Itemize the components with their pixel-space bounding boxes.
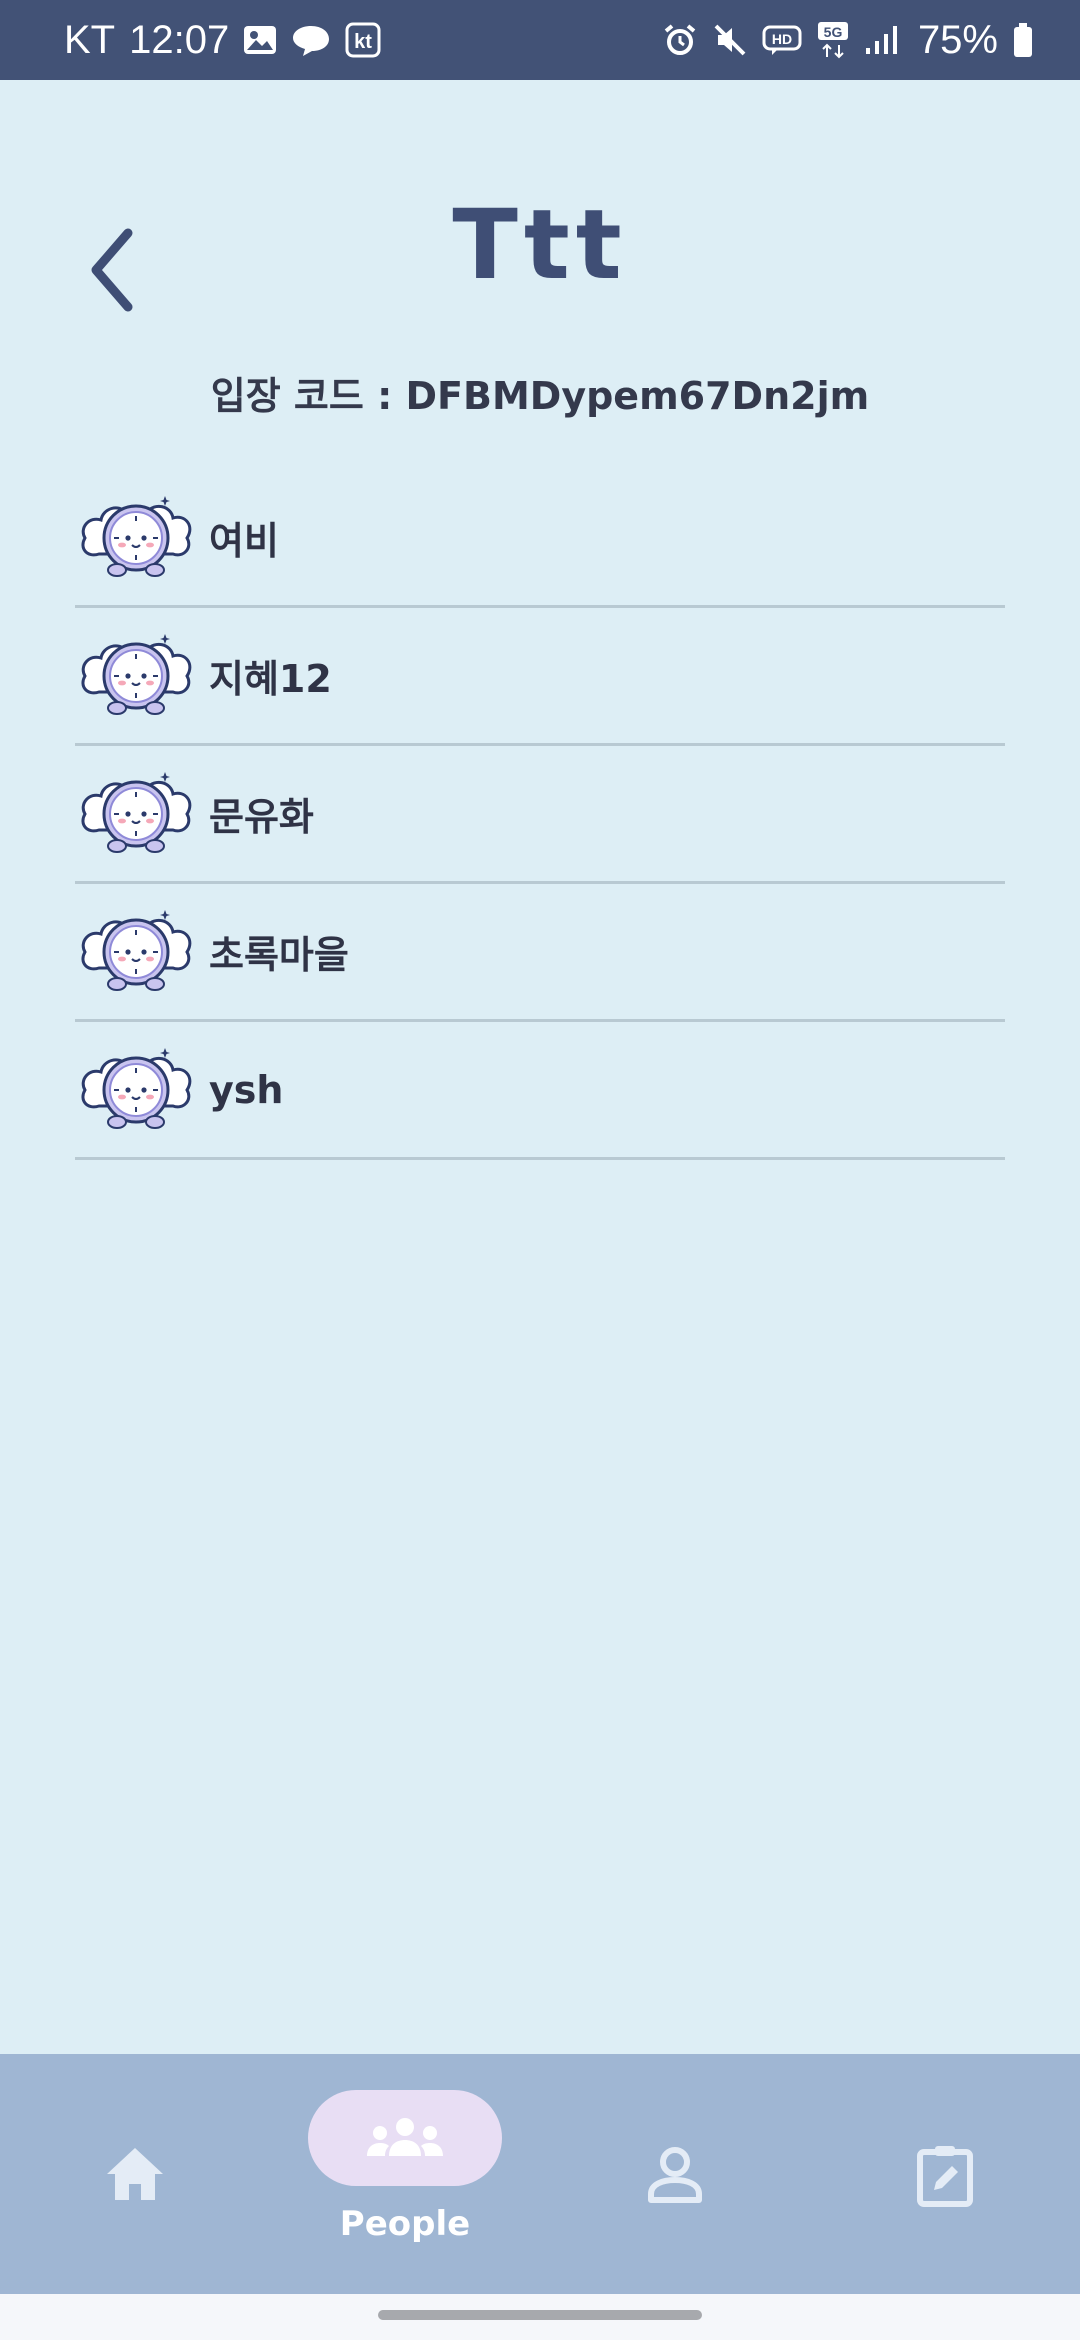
nav-people[interactable]: People (308, 2090, 502, 2244)
signal-icon (864, 24, 900, 56)
entry-code-label: 입장 코드 : DFBMDypem67Dn2jm (210, 374, 870, 418)
member-name: 문유화 (209, 795, 314, 839)
status-right: HD 5G 75% (662, 18, 1034, 63)
member-list: 여비 지혜12 문유화 초록마을 ysh (75, 470, 1005, 1160)
kt-app-icon: kt (345, 22, 381, 58)
member-name: 지혜12 (209, 657, 332, 701)
mute-icon (712, 22, 748, 58)
gallery-icon (243, 25, 277, 55)
gesture-area (0, 2294, 1080, 2340)
member-row[interactable]: 초록마을 (75, 884, 1005, 1022)
clock-cloud-avatar (81, 1047, 192, 1129)
status-bar: KT 12:07 kt HD 5G 75% (0, 0, 1080, 80)
home-indicator[interactable] (378, 2310, 702, 2320)
clock-cloud-avatar (81, 771, 192, 853)
home-icon (107, 2148, 163, 2200)
clock-cloud-avatar (81, 633, 192, 715)
member-name: 초록마을 (209, 933, 349, 977)
nav-home[interactable] (90, 2144, 180, 2204)
carrier-label: KT (64, 17, 116, 62)
back-button[interactable] (72, 220, 152, 320)
chevron-left-icon (91, 228, 133, 312)
network-5g-icon: 5G (816, 21, 850, 59)
battery-icon (1012, 22, 1034, 58)
person-icon (648, 2147, 702, 2203)
member-name: ysh (209, 1067, 284, 1112)
network-badge-text: 5G (824, 24, 843, 40)
page-title: Ttt (452, 189, 628, 301)
clock-cloud-avatar (81, 495, 192, 577)
member-name: 여비 (209, 519, 279, 563)
battery-percent: 75% (917, 17, 998, 62)
hd-voice-icon: HD (762, 24, 802, 56)
member-row[interactable]: 문유화 (75, 746, 1005, 884)
member-row[interactable]: 지혜12 (75, 608, 1005, 746)
edit-note-icon (917, 2146, 973, 2207)
nav-people-active-pill (308, 2090, 502, 2186)
nav-people-label: People (339, 2204, 471, 2244)
member-row[interactable]: 여비 (75, 470, 1005, 608)
people-icon (367, 2118, 443, 2156)
bottom-nav: People (0, 2054, 1080, 2294)
clock-time: 12:07 (129, 17, 230, 62)
clock-cloud-avatar (81, 909, 192, 991)
member-row[interactable]: ysh (75, 1022, 1005, 1160)
alarm-icon (662, 22, 698, 58)
chat-bubble-icon (291, 23, 331, 57)
kt-badge-text: kt (354, 31, 372, 53)
nav-notes[interactable] (900, 2144, 990, 2208)
nav-profile[interactable] (630, 2144, 720, 2204)
hd-badge-text: HD (772, 31, 792, 47)
status-left: KT 12:07 kt (64, 18, 381, 63)
